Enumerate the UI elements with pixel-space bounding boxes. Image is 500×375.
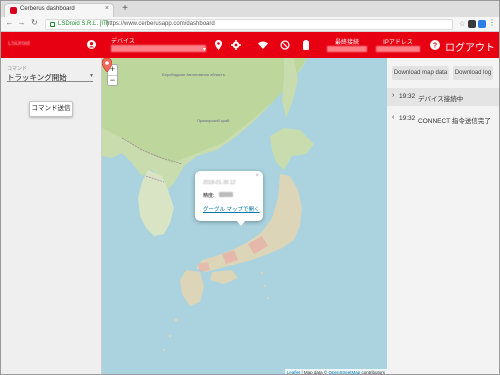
log-time: 19:32 [399, 93, 416, 100]
battery-icon [303, 40, 309, 50]
browser-window: Cerberus dashboard × + ← → ↻ LSDroid S.R… [0, 0, 500, 375]
close-icon[interactable]: × [255, 173, 259, 179]
reload-icon[interactable]: ↻ [30, 18, 39, 27]
device-label: デバイス [111, 39, 135, 45]
favicon-icon [10, 7, 17, 14]
extension-icon[interactable] [468, 20, 476, 28]
chevron-down-icon[interactable]: ▼ [89, 73, 94, 79]
company-name: LSDroid [8, 41, 30, 47]
popup-tip [236, 220, 246, 226]
lock-icon [50, 22, 55, 27]
browser-tab[interactable]: Cerberus dashboard × [4, 3, 114, 17]
new-tab-button[interactable]: + [119, 3, 131, 15]
attribution-text: | Map data © [300, 370, 329, 375]
log-time: 19:32 [399, 115, 416, 122]
back-icon[interactable]: ← [5, 18, 14, 27]
help-icon[interactable]: ? [430, 40, 440, 50]
log-text: CONNECT 指令送信完了 [418, 118, 491, 125]
log-entry: › 19:32 デバイス接続中 [387, 88, 499, 106]
leaflet-link[interactable]: Leaflet [287, 370, 301, 374]
ip-value [376, 46, 420, 52]
device-selector[interactable] [111, 45, 206, 52]
location-marker-icon[interactable] [102, 58, 112, 72]
browser-toolbar: ← → ↻ LSDroid S.R.L. [IT] https://www.ce… [1, 17, 499, 32]
command-label: コマンド [7, 66, 28, 72]
attribution-suffix: contributors [360, 370, 385, 375]
browser-menu-icon[interactable]: ⋮ [488, 18, 496, 27]
extension-icon[interactable] [478, 20, 486, 28]
activity-panel: Download map data Download log › 19:32 デ… [387, 58, 499, 374]
tab-close-icon[interactable]: × [105, 5, 109, 12]
url-text[interactable]: https://www.cerberusapp.com/dashboard [106, 21, 215, 27]
app-header: LSDroid デバイス ▾ 最終接続 IPアドレス ? ログアウト [1, 32, 499, 58]
sim-off-icon [280, 40, 290, 50]
outgoing-arrow-icon: ‹ [392, 114, 395, 121]
last-connection-value [327, 46, 367, 52]
send-command-button[interactable]: コマンド送信 [29, 101, 73, 117]
command-select[interactable]: トラッキング開始 [7, 72, 93, 82]
incoming-arrow-icon: › [392, 92, 395, 99]
location-pin-icon[interactable] [215, 40, 222, 50]
popup-accuracy-label: 精度: [203, 193, 215, 199]
chevron-down-icon[interactable]: ▾ [203, 46, 206, 53]
popup-accuracy-value [219, 192, 233, 197]
download-map-data-button[interactable]: Download map data [392, 66, 449, 80]
command-panel: コマンド トラッキング開始 ▼ コマンド送信 [1, 58, 102, 374]
gear-icon[interactable] [231, 40, 241, 50]
ip-label: IPアドレス [383, 40, 413, 46]
secure-origin: LSDroid S.R.L. [IT] [58, 21, 109, 27]
log-entry: ‹ 19:32 CONNECT 指令送信完了 [387, 110, 499, 128]
wifi-icon [258, 41, 268, 49]
tab-strip: Cerberus dashboard × + [1, 1, 499, 17]
osm-link[interactable]: OpenStreetMap [328, 370, 360, 374]
zoom-out-button[interactable]: − [108, 76, 117, 86]
log-text: デバイス接続中 [418, 96, 464, 103]
map-region-label: Приморский край [197, 118, 230, 123]
tab-title: Cerberus dashboard [20, 6, 75, 12]
account-icon[interactable] [87, 40, 96, 49]
download-log-button[interactable]: Download log [453, 66, 493, 80]
map-region-label: Биробиджан Автономная область [162, 72, 225, 77]
logout-link[interactable]: ログアウト [445, 39, 495, 54]
location-popup: × 2018-01-30 12 精度: グーグル マップで開く [195, 171, 263, 221]
google-maps-link[interactable]: グーグル マップで開く [203, 205, 260, 213]
address-bar[interactable]: LSDroid S.R.L. [IT] https://www.cerberus… [45, 19, 453, 30]
map-view[interactable]: Биробиджан Автономная область Приморский… [102, 58, 387, 375]
popup-date: 2018-01-30 12 [203, 180, 236, 186]
svg-text:?: ? [433, 43, 437, 50]
map-attribution: Leaflet | Map data © OpenStreetMap contr… [284, 369, 387, 375]
forward-icon[interactable]: → [17, 18, 26, 27]
bookmark-star-icon[interactable]: ☆ [459, 20, 465, 28]
